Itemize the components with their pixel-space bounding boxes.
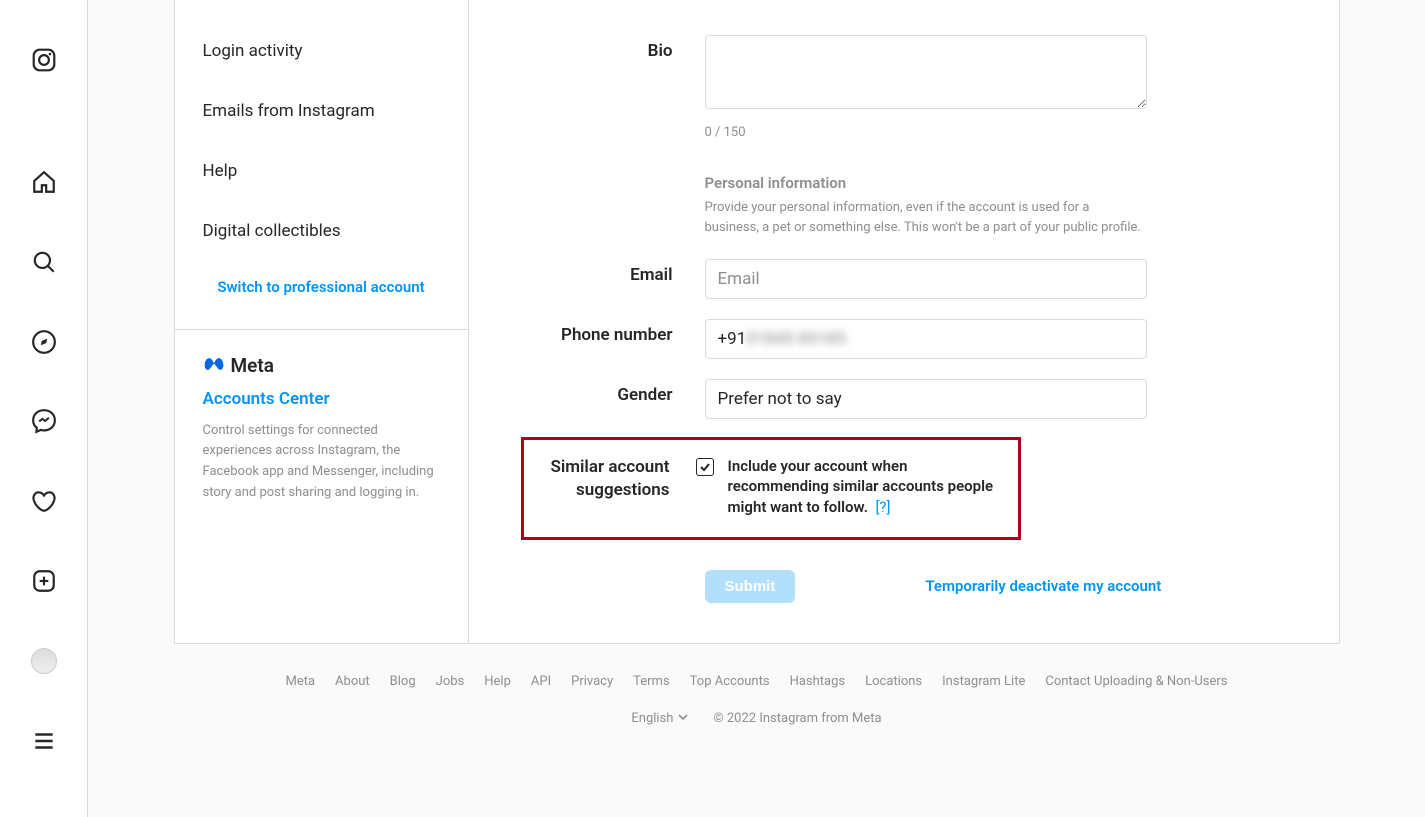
footer-link[interactable]: Locations [865, 674, 922, 689]
meta-logo-icon [203, 356, 225, 375]
footer-links: Meta About Blog Jobs Help API Privacy Te… [174, 674, 1340, 689]
footer-link[interactable]: Help [484, 674, 511, 689]
email-label: Email [469, 259, 705, 299]
phone-label: Phone number [469, 319, 705, 359]
nav-rail [0, 0, 88, 817]
similar-account-checkbox[interactable] [696, 458, 714, 476]
footer-link[interactable]: Top Accounts [690, 674, 770, 689]
menu-help[interactable]: Help [175, 141, 468, 201]
home-icon[interactable] [20, 158, 68, 206]
footer-link[interactable]: Meta [285, 674, 315, 689]
bio-label: Bio [469, 35, 705, 140]
footer-link[interactable]: Hashtags [790, 674, 846, 689]
footer-link[interactable]: Contact Uploading & Non-Users [1045, 674, 1227, 689]
messages-icon[interactable] [20, 398, 68, 446]
gender-input[interactable] [705, 379, 1147, 419]
bio-textarea[interactable] [705, 35, 1147, 109]
menu-login-activity[interactable]: Login activity [175, 21, 468, 81]
menu-emails-from-instagram[interactable]: Emails from Instagram [175, 81, 468, 141]
settings-card: Supervision Login activity Emails from I… [174, 0, 1340, 644]
instagram-logo-icon[interactable] [20, 36, 68, 84]
menu-icon[interactable] [20, 717, 68, 765]
explore-icon[interactable] [20, 318, 68, 366]
profile-avatar[interactable] [20, 637, 68, 685]
accounts-center-link[interactable]: Accounts Center [203, 389, 440, 409]
footer-link[interactable]: Terms [633, 674, 670, 689]
similar-account-suggestions-box: Similar account suggestions Include your… [521, 437, 1021, 540]
similar-account-help-link[interactable]: [?] [875, 498, 890, 516]
language-selector[interactable]: English [631, 711, 689, 727]
footer-link[interactable]: Blog [390, 674, 416, 689]
footer-link[interactable]: Instagram Lite [942, 674, 1025, 689]
settings-menu: Supervision Login activity Emails from I… [175, 0, 469, 643]
phone-prefix: +91 [718, 329, 747, 349]
form-area: app and edit your profile to change the … [469, 0, 1339, 643]
deactivate-account-link[interactable]: Temporarily deactivate my account [925, 577, 1161, 595]
search-icon[interactable] [20, 238, 68, 286]
create-icon[interactable] [20, 557, 68, 605]
gender-label: Gender [469, 379, 705, 419]
footer-link[interactable]: API [531, 674, 551, 689]
personal-info-desc: Provide your personal information, even … [705, 198, 1147, 240]
similar-account-text: Include your account when recommending s… [728, 456, 1006, 517]
phone-number-blurred: 01845 85185 [746, 329, 846, 349]
menu-digital-collectibles[interactable]: Digital collectibles [175, 201, 468, 261]
submit-button[interactable]: Submit [705, 570, 796, 603]
phone-input[interactable]: +91 01845 85185 [705, 319, 1147, 359]
footer: Meta About Blog Jobs Help API Privacy Te… [174, 644, 1340, 767]
chevron-down-icon [677, 711, 689, 727]
copyright-text: © 2022 Instagram from Meta [713, 711, 881, 726]
bio-char-count: 0 / 150 [705, 125, 1147, 140]
menu-supervision[interactable]: Supervision [175, 0, 468, 21]
similar-account-label: Similar account suggestions [536, 456, 696, 502]
footer-link[interactable]: About [335, 674, 370, 689]
meta-brand-text: Meta [231, 354, 274, 377]
personal-info-title: Personal information [705, 174, 1147, 192]
switch-to-professional-link[interactable]: Switch to professional account [175, 261, 468, 329]
footer-link[interactable]: Privacy [571, 674, 613, 689]
meta-accounts-center-block: Meta Accounts Center Control settings fo… [175, 329, 468, 532]
accounts-center-desc: Control settings for connected experienc… [203, 421, 440, 504]
notifications-icon[interactable] [20, 477, 68, 525]
email-input[interactable] [705, 259, 1147, 299]
footer-link[interactable]: Jobs [436, 674, 465, 689]
